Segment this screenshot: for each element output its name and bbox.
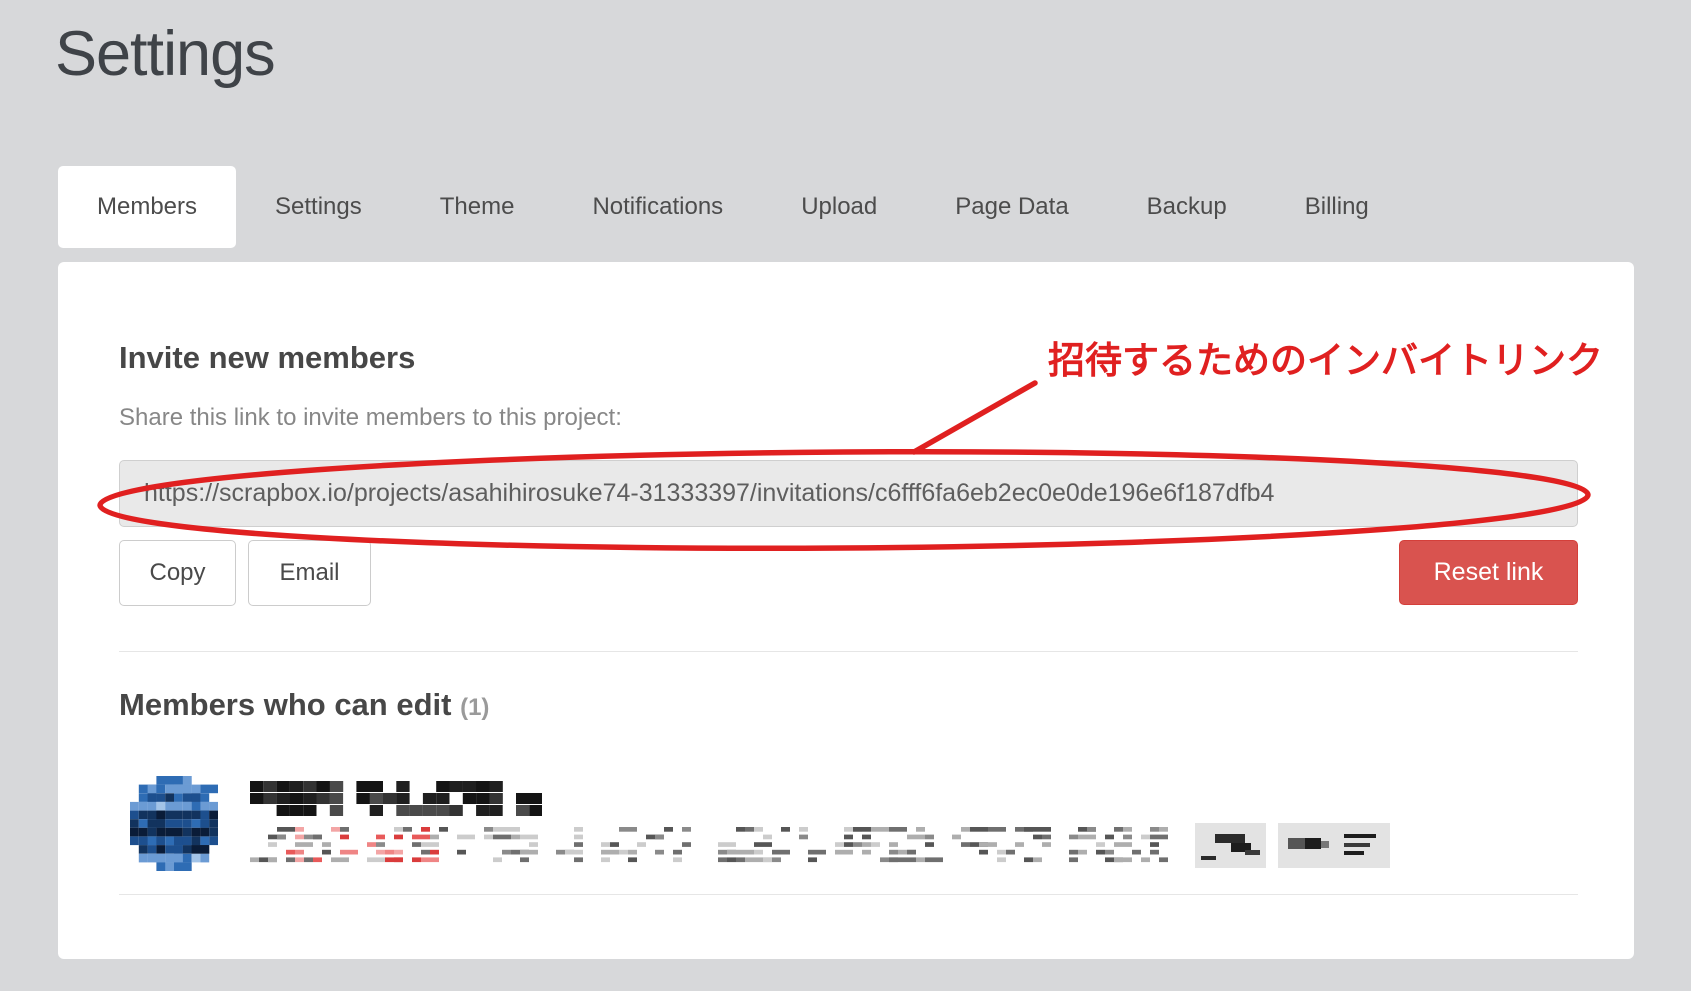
reset-link-button[interactable]: Reset link — [1399, 540, 1578, 605]
members-heading-label: Members who can edit — [119, 687, 451, 722]
email-button[interactable]: Email — [248, 540, 371, 606]
tab-billing[interactable]: Billing — [1266, 166, 1408, 248]
tab-settings[interactable]: Settings — [236, 166, 401, 248]
tab-page-data[interactable]: Page Data — [916, 166, 1107, 248]
redacted-badge[interactable] — [1278, 823, 1390, 868]
redacted-member-details — [250, 827, 1190, 867]
member-avatar — [130, 776, 218, 871]
section-divider — [119, 651, 1578, 652]
redacted-badge-glyph — [1195, 823, 1266, 868]
tab-theme[interactable]: Theme — [401, 166, 554, 248]
redacted-badge[interactable] — [1195, 823, 1266, 868]
page-title: Settings — [55, 18, 275, 90]
annotation-label: 招待するためのインバイトリンク — [1048, 330, 1603, 384]
tab-backup[interactable]: Backup — [1108, 166, 1266, 248]
redacted-member-name — [250, 781, 542, 817]
redacted-badge-glyph — [1278, 823, 1390, 868]
copy-button[interactable]: Copy — [119, 540, 236, 606]
tab-members[interactable]: Members — [58, 166, 236, 248]
member-row — [119, 767, 1578, 887]
invite-link-input[interactable] — [119, 460, 1578, 527]
tab-upload[interactable]: Upload — [762, 166, 916, 248]
members-heading: Members who can edit (1) — [119, 687, 489, 723]
members-count: (1) — [460, 694, 489, 721]
invite-description: Share this link to invite members to thi… — [119, 404, 622, 432]
section-divider — [119, 894, 1578, 895]
invite-heading: Invite new members — [119, 340, 415, 376]
tab-notifications[interactable]: Notifications — [553, 166, 762, 248]
settings-tabbar: Members Settings Theme Notifications Upl… — [58, 166, 1408, 248]
